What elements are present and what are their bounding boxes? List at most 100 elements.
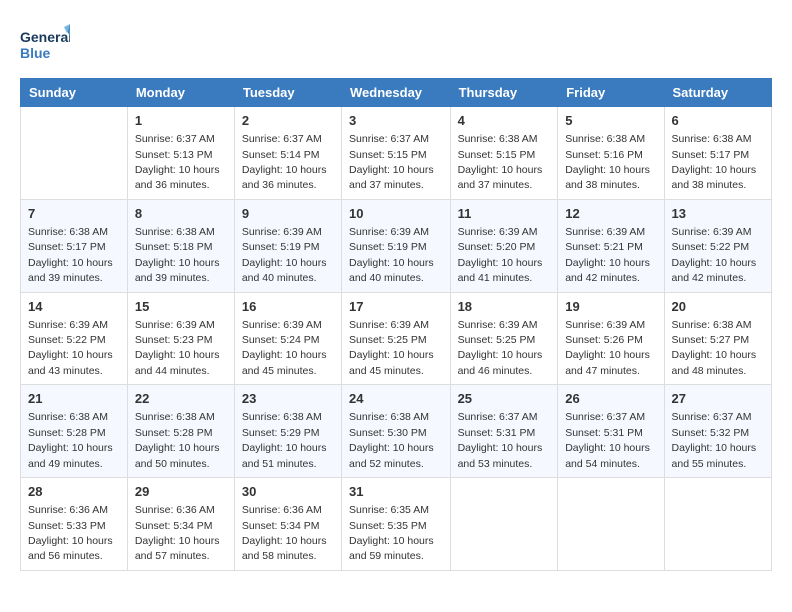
weekday-header: Wednesday: [342, 79, 451, 107]
day-number: 23: [242, 390, 334, 408]
sunrise-info: Sunrise: 6:39 AM: [565, 319, 645, 331]
daylight-info: Daylight: 10 hours and 55 minutes.: [672, 442, 757, 469]
sunrise-info: Sunrise: 6:38 AM: [135, 411, 215, 423]
calendar-day-cell: 5 Sunrise: 6:38 AM Sunset: 5:16 PM Dayli…: [558, 107, 664, 200]
daylight-info: Daylight: 10 hours and 58 minutes.: [242, 535, 327, 562]
sunrise-info: Sunrise: 6:39 AM: [135, 319, 215, 331]
calendar-day-cell: [450, 478, 558, 571]
day-number: 8: [135, 205, 227, 223]
sunset-info: Sunset: 5:17 PM: [28, 241, 106, 253]
calendar-week-row: 1 Sunrise: 6:37 AM Sunset: 5:13 PM Dayli…: [21, 107, 772, 200]
calendar-day-cell: 20 Sunrise: 6:38 AM Sunset: 5:27 PM Dayl…: [664, 292, 771, 385]
daylight-info: Daylight: 10 hours and 37 minutes.: [458, 164, 543, 191]
day-number: 12: [565, 205, 656, 223]
sunset-info: Sunset: 5:27 PM: [672, 334, 750, 346]
day-number: 29: [135, 483, 227, 501]
calendar-day-cell: 1 Sunrise: 6:37 AM Sunset: 5:13 PM Dayli…: [127, 107, 234, 200]
daylight-info: Daylight: 10 hours and 51 minutes.: [242, 442, 327, 469]
daylight-info: Daylight: 10 hours and 46 minutes.: [458, 349, 543, 376]
sunset-info: Sunset: 5:29 PM: [242, 427, 320, 439]
calendar-day-cell: 23 Sunrise: 6:38 AM Sunset: 5:29 PM Dayl…: [234, 385, 341, 478]
sunset-info: Sunset: 5:35 PM: [349, 520, 427, 532]
calendar-day-cell: 8 Sunrise: 6:38 AM Sunset: 5:18 PM Dayli…: [127, 199, 234, 292]
daylight-info: Daylight: 10 hours and 52 minutes.: [349, 442, 434, 469]
sunset-info: Sunset: 5:22 PM: [28, 334, 106, 346]
sunrise-info: Sunrise: 6:38 AM: [349, 411, 429, 423]
calendar-day-cell: 11 Sunrise: 6:39 AM Sunset: 5:20 PM Dayl…: [450, 199, 558, 292]
sunrise-info: Sunrise: 6:37 AM: [458, 411, 538, 423]
sunset-info: Sunset: 5:13 PM: [135, 149, 213, 161]
daylight-info: Daylight: 10 hours and 36 minutes.: [135, 164, 220, 191]
daylight-info: Daylight: 10 hours and 59 minutes.: [349, 535, 434, 562]
sunrise-info: Sunrise: 6:39 AM: [458, 226, 538, 238]
sunrise-info: Sunrise: 6:39 AM: [28, 319, 108, 331]
sunset-info: Sunset: 5:15 PM: [458, 149, 536, 161]
calendar-table: SundayMondayTuesdayWednesdayThursdayFrid…: [20, 78, 772, 571]
day-number: 18: [458, 298, 551, 316]
day-number: 25: [458, 390, 551, 408]
calendar-day-cell: 19 Sunrise: 6:39 AM Sunset: 5:26 PM Dayl…: [558, 292, 664, 385]
sunrise-info: Sunrise: 6:39 AM: [565, 226, 645, 238]
calendar-day-cell: 24 Sunrise: 6:38 AM Sunset: 5:30 PM Dayl…: [342, 385, 451, 478]
calendar-day-cell: 12 Sunrise: 6:39 AM Sunset: 5:21 PM Dayl…: [558, 199, 664, 292]
daylight-info: Daylight: 10 hours and 42 minutes.: [672, 257, 757, 284]
calendar-day-cell: 13 Sunrise: 6:39 AM Sunset: 5:22 PM Dayl…: [664, 199, 771, 292]
daylight-info: Daylight: 10 hours and 36 minutes.: [242, 164, 327, 191]
sunset-info: Sunset: 5:19 PM: [242, 241, 320, 253]
day-number: 2: [242, 112, 334, 130]
calendar-day-cell: 21 Sunrise: 6:38 AM Sunset: 5:28 PM Dayl…: [21, 385, 128, 478]
sunset-info: Sunset: 5:31 PM: [458, 427, 536, 439]
logo-container: General Blue: [20, 20, 70, 68]
day-number: 24: [349, 390, 443, 408]
sunrise-info: Sunrise: 6:38 AM: [672, 133, 752, 145]
day-number: 3: [349, 112, 443, 130]
sunset-info: Sunset: 5:17 PM: [672, 149, 750, 161]
calendar-day-cell: 30 Sunrise: 6:36 AM Sunset: 5:34 PM Dayl…: [234, 478, 341, 571]
calendar-week-row: 28 Sunrise: 6:36 AM Sunset: 5:33 PM Dayl…: [21, 478, 772, 571]
day-number: 7: [28, 205, 120, 223]
day-number: 5: [565, 112, 656, 130]
sunrise-info: Sunrise: 6:38 AM: [28, 226, 108, 238]
sunrise-info: Sunrise: 6:38 AM: [458, 133, 538, 145]
calendar-week-row: 21 Sunrise: 6:38 AM Sunset: 5:28 PM Dayl…: [21, 385, 772, 478]
sunset-info: Sunset: 5:25 PM: [349, 334, 427, 346]
daylight-info: Daylight: 10 hours and 45 minutes.: [242, 349, 327, 376]
sunrise-info: Sunrise: 6:35 AM: [349, 504, 429, 516]
day-number: 21: [28, 390, 120, 408]
calendar-day-cell: 10 Sunrise: 6:39 AM Sunset: 5:19 PM Dayl…: [342, 199, 451, 292]
weekday-header: Saturday: [664, 79, 771, 107]
sunset-info: Sunset: 5:33 PM: [28, 520, 106, 532]
calendar-day-cell: [21, 107, 128, 200]
calendar-day-cell: 16 Sunrise: 6:39 AM Sunset: 5:24 PM Dayl…: [234, 292, 341, 385]
sunset-info: Sunset: 5:26 PM: [565, 334, 643, 346]
sunrise-info: Sunrise: 6:36 AM: [242, 504, 322, 516]
sunrise-info: Sunrise: 6:36 AM: [28, 504, 108, 516]
calendar-day-cell: 25 Sunrise: 6:37 AM Sunset: 5:31 PM Dayl…: [450, 385, 558, 478]
daylight-info: Daylight: 10 hours and 47 minutes.: [565, 349, 650, 376]
calendar-day-cell: 18 Sunrise: 6:39 AM Sunset: 5:25 PM Dayl…: [450, 292, 558, 385]
sunset-info: Sunset: 5:20 PM: [458, 241, 536, 253]
sunset-info: Sunset: 5:28 PM: [135, 427, 213, 439]
sunrise-info: Sunrise: 6:39 AM: [242, 319, 322, 331]
day-number: 15: [135, 298, 227, 316]
weekday-header: Thursday: [450, 79, 558, 107]
calendar-header-row: SundayMondayTuesdayWednesdayThursdayFrid…: [21, 79, 772, 107]
sunrise-info: Sunrise: 6:37 AM: [242, 133, 322, 145]
calendar-day-cell: 7 Sunrise: 6:38 AM Sunset: 5:17 PM Dayli…: [21, 199, 128, 292]
daylight-info: Daylight: 10 hours and 48 minutes.: [672, 349, 757, 376]
weekday-header: Monday: [127, 79, 234, 107]
sunrise-info: Sunrise: 6:39 AM: [458, 319, 538, 331]
sunrise-info: Sunrise: 6:37 AM: [135, 133, 215, 145]
daylight-info: Daylight: 10 hours and 56 minutes.: [28, 535, 113, 562]
calendar-week-row: 7 Sunrise: 6:38 AM Sunset: 5:17 PM Dayli…: [21, 199, 772, 292]
day-number: 16: [242, 298, 334, 316]
day-number: 31: [349, 483, 443, 501]
sunset-info: Sunset: 5:25 PM: [458, 334, 536, 346]
daylight-info: Daylight: 10 hours and 45 minutes.: [349, 349, 434, 376]
logo-svg: General Blue: [20, 20, 70, 68]
calendar-day-cell: 4 Sunrise: 6:38 AM Sunset: 5:15 PM Dayli…: [450, 107, 558, 200]
day-number: 9: [242, 205, 334, 223]
sunset-info: Sunset: 5:21 PM: [565, 241, 643, 253]
sunset-info: Sunset: 5:24 PM: [242, 334, 320, 346]
calendar-day-cell: 2 Sunrise: 6:37 AM Sunset: 5:14 PM Dayli…: [234, 107, 341, 200]
